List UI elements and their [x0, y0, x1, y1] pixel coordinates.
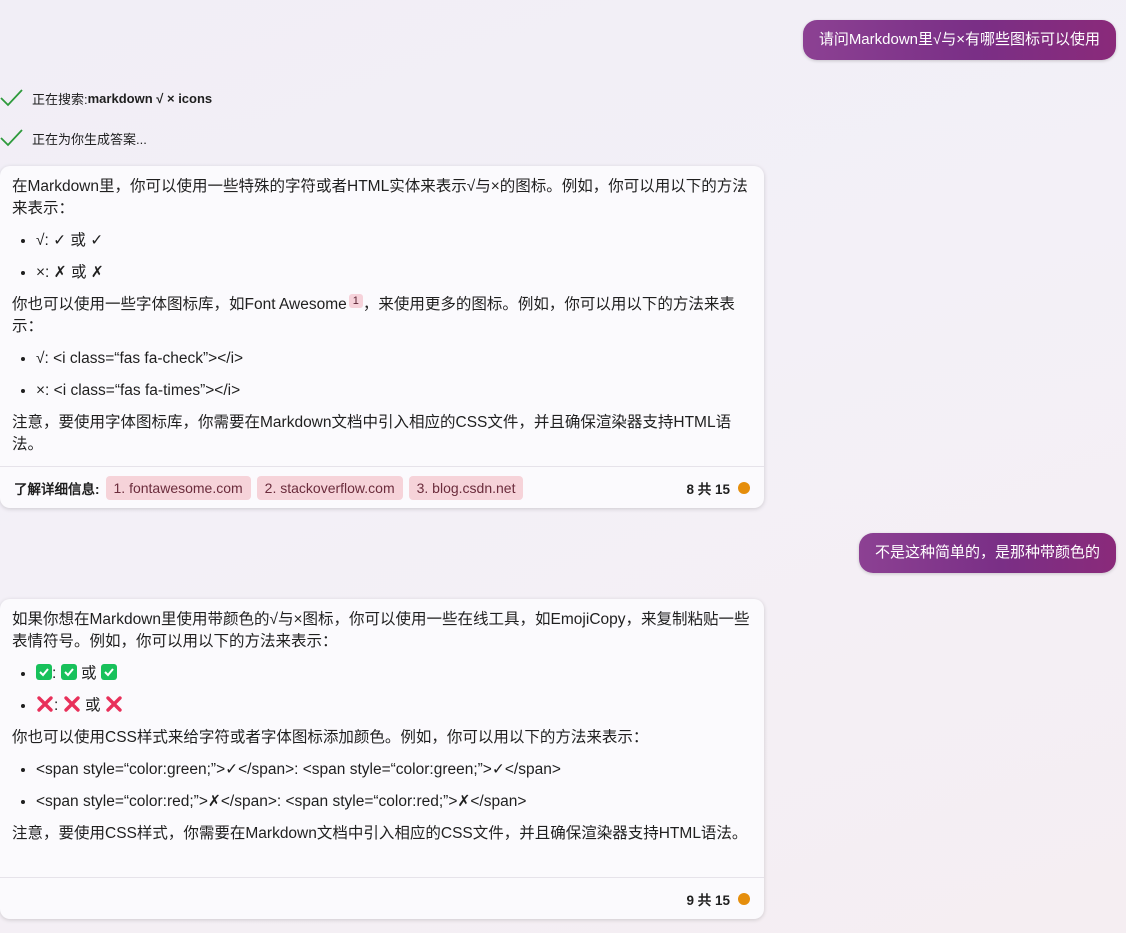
paragraph: 你也可以使用一些字体图标库，如Font Awesome 1 ，来使用更多的图标。例如… [12, 294, 752, 338]
separator: : [54, 697, 59, 714]
search-query: markdown √ × icons [87, 90, 213, 106]
search-status-label: 正在搜索: [32, 91, 88, 107]
response-body: 在Markdown里，你可以使用一些特殊的字符或者HTML实体来表示√与×的图标… [0, 166, 764, 456]
or-text: 或 [84, 697, 101, 714]
bot-response-card: 如果你想在Markdown里使用带颜色的√与×图标，你可以使用一些在线工具，如E… [0, 599, 764, 919]
search-status: 正在搜索: markdown √ × icons [0, 88, 212, 108]
bullet-list: : 或 : 或 [12, 663, 752, 717]
list-item: √: ✓ 或 ✓ [36, 230, 752, 252]
source-link[interactable]: 1. fontawesome.com [105, 475, 251, 500]
paragraph: 在Markdown里，你可以使用一些特殊的字符或者HTML实体来表示√与×的图标… [12, 178, 748, 217]
list-item: ×: ✗ 或 ✗ [36, 262, 752, 284]
bullet-list: √: <i class=“fas fa-check”></i> ×: <i cl… [12, 348, 752, 402]
separator: : [52, 665, 57, 682]
response-body: 如果你想在Markdown里使用带颜色的√与×图标，你可以使用一些在线工具，如E… [0, 599, 764, 845]
list-item: : 或 [36, 663, 752, 685]
status-dot-icon [738, 892, 750, 905]
list-item: <span style=“color:red;”>✗</span>: <span… [36, 791, 752, 813]
turn-counter: 8 共 15 [686, 478, 750, 498]
turn-counter-text: 8 共 15 [686, 481, 730, 497]
checkmark-icon [0, 89, 23, 107]
response-footer: 了解详细信息: 1. fontawesome.com 2. stackoverf… [0, 466, 764, 508]
status-dot-icon [738, 481, 750, 494]
learn-more-label: 了解详细信息: [14, 481, 100, 497]
source-link[interactable]: 2. stackoverflow.com [256, 475, 403, 500]
cross-mark-emoji-icon [63, 696, 80, 712]
turn-counter: 9 共 15 [686, 889, 750, 909]
source-link[interactable]: 3. blog.csdn.net [408, 475, 524, 500]
bullet-list: √: ✓ 或 ✓ ×: ✗ 或 ✗ [12, 230, 752, 284]
check-mark-button-emoji-icon [60, 664, 77, 680]
response-footer: 9 共 15 [0, 877, 764, 919]
citation-ref[interactable]: 1 [348, 294, 363, 308]
list-item: ×: <i class=“fas fa-times”></i> [36, 380, 752, 402]
bullet-list: <span style=“color:green;”>✓</span>: <sp… [12, 759, 752, 813]
user-message-text: 请问Markdown里√与×有哪些图标可以使用 [818, 31, 1100, 48]
cross-mark-emoji-icon [37, 696, 53, 712]
user-message-bubble: 请问Markdown里√与×有哪些图标可以使用 [802, 20, 1116, 60]
generating-status: 正在为你生成答案... [0, 128, 147, 148]
user-message-text: 不是这种简单的，是那种带颜色的 [874, 544, 1100, 561]
paragraph: 注意，要使用字体图标库，你需要在Markdown文档中引入相应的CSS文件，并且… [12, 414, 732, 453]
paragraph: 注意，要使用CSS样式，你需要在Markdown文档中引入相应的CSS文件，并且… [12, 825, 748, 842]
list-item: <span style=“color:green;”>✓</span>: <sp… [36, 759, 752, 781]
check-mark-button-emoji-icon [36, 664, 52, 680]
user-message-bubble: 不是这种简单的，是那种带颜色的 [858, 533, 1116, 573]
cross-mark-emoji-icon [106, 696, 122, 712]
check-mark-button-emoji-icon [100, 664, 117, 680]
list-item: √: <i class=“fas fa-check”></i> [36, 348, 752, 370]
list-item: : 或 [36, 695, 752, 717]
paragraph: 你也可以使用CSS样式来给字符或者字体图标添加颜色。例如，你可以用以下的方法来表… [12, 729, 649, 746]
bot-response-card: 在Markdown里，你可以使用一些特殊的字符或者HTML实体来表示√与×的图标… [0, 166, 764, 508]
or-text: 或 [80, 665, 97, 682]
paragraph: 如果你想在Markdown里使用带颜色的√与×图标，你可以使用一些在线工具，如E… [12, 611, 750, 650]
checkmark-icon [0, 129, 23, 147]
turn-counter-text: 9 共 15 [686, 892, 730, 908]
paragraph-text: 你也可以使用一些字体图标库，如Font Awesome [12, 296, 347, 313]
generating-status-label: 正在为你生成答案... [32, 131, 147, 147]
